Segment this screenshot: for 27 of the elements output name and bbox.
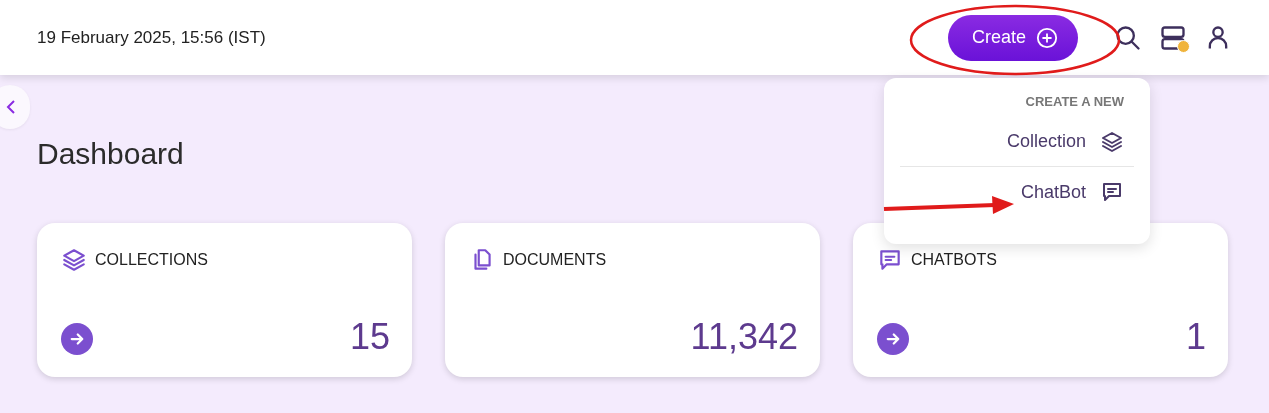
- page-title: Dashboard: [37, 137, 184, 171]
- card-label: CHATBOTS: [911, 251, 997, 269]
- date-time: 19 February 2025, 15:56 (IST): [37, 27, 266, 48]
- card-value: 15: [349, 319, 390, 355]
- plus-circle-icon: [1036, 26, 1058, 49]
- collapse-button[interactable]: [0, 85, 30, 129]
- open-button[interactable]: [61, 323, 93, 355]
- card-label: DOCUMENTS: [503, 251, 607, 269]
- create-button[interactable]: Create: [947, 14, 1078, 61]
- menu-item[interactable]: Collection: [900, 117, 1134, 167]
- menu-item[interactable]: ChatBot: [900, 167, 1134, 217]
- server-button[interactable]: [1158, 23, 1188, 52]
- card-label: COLLECTIONS: [95, 251, 208, 269]
- layers-icon: [61, 247, 87, 273]
- chevron-left-icon: [5, 99, 17, 115]
- chat-icon: [877, 247, 903, 273]
- search-icon: [1114, 23, 1142, 52]
- card-value: 1: [1185, 319, 1206, 355]
- chat-icon: [1100, 180, 1124, 204]
- open-button[interactable]: [877, 323, 909, 355]
- layers-icon: [1100, 129, 1124, 154]
- menu-heading: CREATE A NEW: [1025, 94, 1124, 109]
- arrow-right-icon: [68, 330, 86, 348]
- search-button[interactable]: [1114, 23, 1142, 52]
- card-value: 11,342: [690, 319, 798, 355]
- server-icon: [1158, 23, 1188, 52]
- arrow-right-icon: [884, 330, 902, 348]
